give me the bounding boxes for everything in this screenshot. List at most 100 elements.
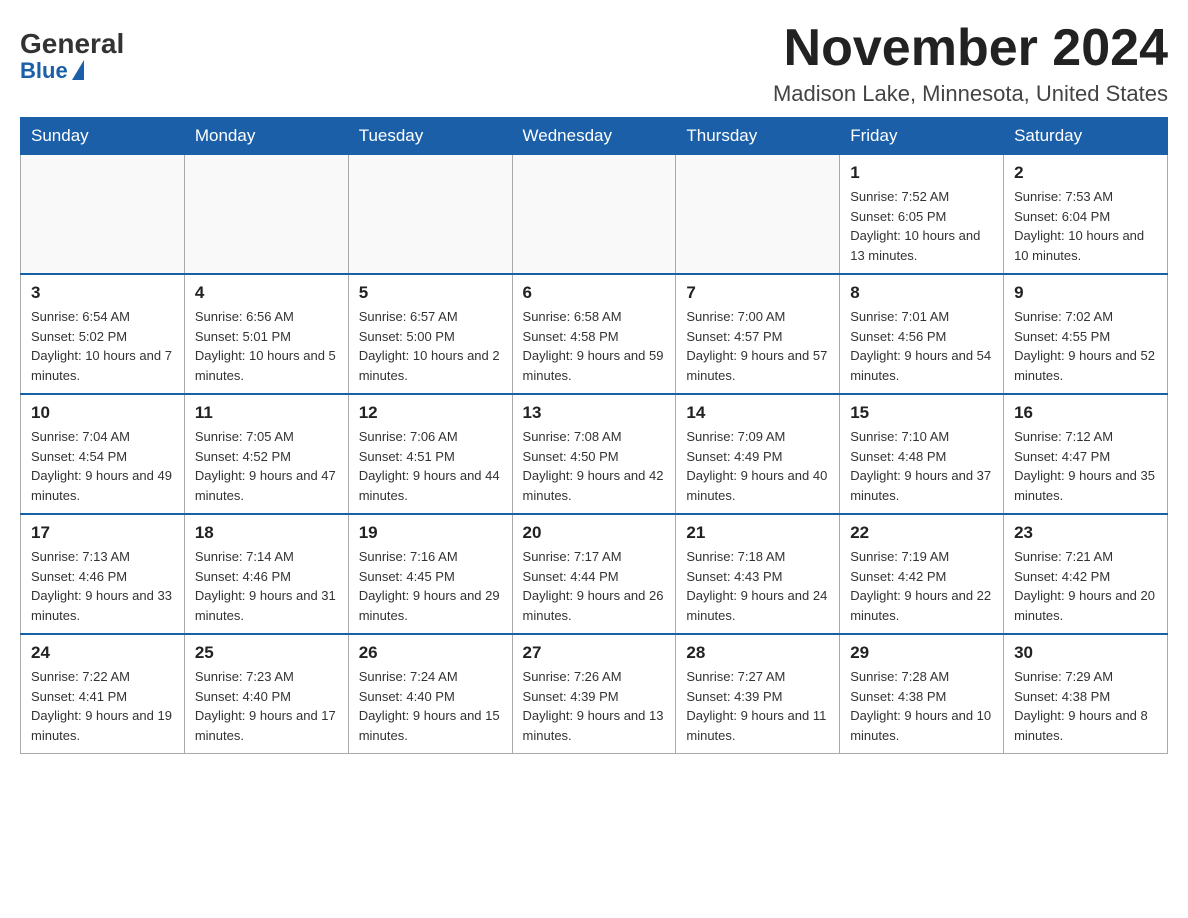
calendar-cell: 28 Sunrise: 7:27 AMSunset: 4:39 PMDayligh… bbox=[676, 634, 840, 754]
calendar-cell: 23 Sunrise: 7:21 AMSunset: 4:42 PMDayligh… bbox=[1004, 514, 1168, 634]
calendar-week-4: 17 Sunrise: 7:13 AMSunset: 4:46 PMDayligh… bbox=[21, 514, 1168, 634]
day-info: Sunrise: 7:05 AMSunset: 4:52 PMDaylight:… bbox=[195, 427, 338, 505]
calendar-week-2: 3 Sunrise: 6:54 AMSunset: 5:02 PMDaylight… bbox=[21, 274, 1168, 394]
day-info: Sunrise: 7:21 AMSunset: 4:42 PMDaylight:… bbox=[1014, 547, 1157, 625]
title-area: November 2024 Madison Lake, Minnesota, U… bbox=[773, 20, 1168, 107]
day-number: 28 bbox=[686, 643, 829, 663]
calendar-week-1: 1 Sunrise: 7:52 AMSunset: 6:05 PMDaylight… bbox=[21, 155, 1168, 275]
calendar-cell: 10Sunrise: 7:04 AMSunset: 4:54 PMDayligh… bbox=[21, 394, 185, 514]
day-number: 19 bbox=[359, 523, 502, 543]
calendar-cell bbox=[512, 155, 676, 275]
day-info: Sunrise: 6:57 AMSunset: 5:00 PMDaylight:… bbox=[359, 307, 502, 385]
calendar-cell bbox=[184, 155, 348, 275]
calendar-cell: 19 Sunrise: 7:16 AMSunset: 4:45 PMDayligh… bbox=[348, 514, 512, 634]
calendar-cell: 22 Sunrise: 7:19 AMSunset: 4:42 PMDayligh… bbox=[840, 514, 1004, 634]
calendar-cell: 20 Sunrise: 7:17 AMSunset: 4:44 PMDayligh… bbox=[512, 514, 676, 634]
calendar-cell: 24Sunrise: 7:22 AMSunset: 4:41 PMDayligh… bbox=[21, 634, 185, 754]
calendar-header-sunday: Sunday bbox=[21, 118, 185, 155]
day-number: 25 bbox=[195, 643, 338, 663]
day-info: Sunrise: 7:27 AMSunset: 4:39 PMDaylight:… bbox=[686, 667, 829, 745]
day-info: Sunrise: 6:54 AMSunset: 5:02 PMDaylight:… bbox=[31, 307, 174, 385]
calendar-cell bbox=[348, 155, 512, 275]
day-info: Sunrise: 7:28 AMSunset: 4:38 PMDaylight:… bbox=[850, 667, 993, 745]
day-info: Sunrise: 7:26 AMSunset: 4:39 PMDaylight:… bbox=[523, 667, 666, 745]
day-info: Sunrise: 7:52 AMSunset: 6:05 PMDaylight:… bbox=[850, 187, 993, 265]
day-number: 5 bbox=[359, 283, 502, 303]
calendar-cell: 8 Sunrise: 7:01 AMSunset: 4:56 PMDaylight… bbox=[840, 274, 1004, 394]
calendar-cell: 25Sunrise: 7:23 AMSunset: 4:40 PMDayligh… bbox=[184, 634, 348, 754]
day-number: 1 bbox=[850, 163, 993, 183]
day-info: Sunrise: 7:02 AMSunset: 4:55 PMDaylight:… bbox=[1014, 307, 1157, 385]
location-title: Madison Lake, Minnesota, United States bbox=[773, 81, 1168, 107]
calendar-header-saturday: Saturday bbox=[1004, 118, 1168, 155]
day-info: Sunrise: 7:01 AMSunset: 4:56 PMDaylight:… bbox=[850, 307, 993, 385]
calendar-cell: 4 Sunrise: 6:56 AMSunset: 5:01 PMDaylight… bbox=[184, 274, 348, 394]
calendar-cell: 5 Sunrise: 6:57 AMSunset: 5:00 PMDaylight… bbox=[348, 274, 512, 394]
day-number: 3 bbox=[31, 283, 174, 303]
day-number: 12 bbox=[359, 403, 502, 423]
calendar-cell: 11 Sunrise: 7:05 AMSunset: 4:52 PMDayligh… bbox=[184, 394, 348, 514]
calendar-cell: 7Sunrise: 7:00 AMSunset: 4:57 PMDaylight… bbox=[676, 274, 840, 394]
page-header: General Blue November 2024 Madison Lake,… bbox=[20, 20, 1168, 107]
calendar-cell: 3 Sunrise: 6:54 AMSunset: 5:02 PMDaylight… bbox=[21, 274, 185, 394]
calendar-cell bbox=[676, 155, 840, 275]
day-info: Sunrise: 7:08 AMSunset: 4:50 PMDaylight:… bbox=[523, 427, 666, 505]
day-number: 18 bbox=[195, 523, 338, 543]
day-info: Sunrise: 7:04 AMSunset: 4:54 PMDaylight:… bbox=[31, 427, 174, 505]
day-info: Sunrise: 7:12 AMSunset: 4:47 PMDaylight:… bbox=[1014, 427, 1157, 505]
calendar-cell bbox=[21, 155, 185, 275]
day-info: Sunrise: 7:17 AMSunset: 4:44 PMDaylight:… bbox=[523, 547, 666, 625]
day-number: 30 bbox=[1014, 643, 1157, 663]
day-number: 11 bbox=[195, 403, 338, 423]
day-info: Sunrise: 6:56 AMSunset: 5:01 PMDaylight:… bbox=[195, 307, 338, 385]
day-number: 4 bbox=[195, 283, 338, 303]
day-number: 6 bbox=[523, 283, 666, 303]
day-number: 22 bbox=[850, 523, 993, 543]
calendar-cell: 26 Sunrise: 7:24 AMSunset: 4:40 PMDayligh… bbox=[348, 634, 512, 754]
day-info: Sunrise: 7:29 AMSunset: 4:38 PMDaylight:… bbox=[1014, 667, 1157, 745]
calendar-cell: 6 Sunrise: 6:58 AMSunset: 4:58 PMDaylight… bbox=[512, 274, 676, 394]
calendar-header-wednesday: Wednesday bbox=[512, 118, 676, 155]
calendar-cell: 29Sunrise: 7:28 AMSunset: 4:38 PMDayligh… bbox=[840, 634, 1004, 754]
calendar-cell: 1 Sunrise: 7:52 AMSunset: 6:05 PMDaylight… bbox=[840, 155, 1004, 275]
calendar-cell: 18 Sunrise: 7:14 AMSunset: 4:46 PMDayligh… bbox=[184, 514, 348, 634]
calendar-cell: 15Sunrise: 7:10 AMSunset: 4:48 PMDayligh… bbox=[840, 394, 1004, 514]
calendar-week-5: 24Sunrise: 7:22 AMSunset: 4:41 PMDayligh… bbox=[21, 634, 1168, 754]
calendar-cell: 17 Sunrise: 7:13 AMSunset: 4:46 PMDayligh… bbox=[21, 514, 185, 634]
logo-blue-text: Blue bbox=[20, 58, 84, 84]
day-info: Sunrise: 7:24 AMSunset: 4:40 PMDaylight:… bbox=[359, 667, 502, 745]
day-info: Sunrise: 7:19 AMSunset: 4:42 PMDaylight:… bbox=[850, 547, 993, 625]
calendar-header-monday: Monday bbox=[184, 118, 348, 155]
calendar-cell: 21 Sunrise: 7:18 AMSunset: 4:43 PMDayligh… bbox=[676, 514, 840, 634]
calendar-header-tuesday: Tuesday bbox=[348, 118, 512, 155]
calendar-cell: 16Sunrise: 7:12 AMSunset: 4:47 PMDayligh… bbox=[1004, 394, 1168, 514]
day-number: 8 bbox=[850, 283, 993, 303]
calendar-table: SundayMondayTuesdayWednesdayThursdayFrid… bbox=[20, 117, 1168, 754]
day-number: 23 bbox=[1014, 523, 1157, 543]
calendar-cell: 14Sunrise: 7:09 AMSunset: 4:49 PMDayligh… bbox=[676, 394, 840, 514]
day-number: 13 bbox=[523, 403, 666, 423]
logo-general-text: General bbox=[20, 30, 124, 58]
day-number: 26 bbox=[359, 643, 502, 663]
day-info: Sunrise: 7:22 AMSunset: 4:41 PMDaylight:… bbox=[31, 667, 174, 745]
calendar-cell: 13 Sunrise: 7:08 AMSunset: 4:50 PMDayligh… bbox=[512, 394, 676, 514]
day-number: 9 bbox=[1014, 283, 1157, 303]
day-info: Sunrise: 7:14 AMSunset: 4:46 PMDaylight:… bbox=[195, 547, 338, 625]
day-info: Sunrise: 7:18 AMSunset: 4:43 PMDaylight:… bbox=[686, 547, 829, 625]
day-info: Sunrise: 7:53 AMSunset: 6:04 PMDaylight:… bbox=[1014, 187, 1157, 265]
calendar-cell: 9 Sunrise: 7:02 AMSunset: 4:55 PMDaylight… bbox=[1004, 274, 1168, 394]
day-number: 17 bbox=[31, 523, 174, 543]
day-info: Sunrise: 7:06 AMSunset: 4:51 PMDaylight:… bbox=[359, 427, 502, 505]
day-number: 20 bbox=[523, 523, 666, 543]
calendar-week-3: 10Sunrise: 7:04 AMSunset: 4:54 PMDayligh… bbox=[21, 394, 1168, 514]
logo-triangle-icon bbox=[72, 60, 84, 80]
calendar-cell: 30 Sunrise: 7:29 AMSunset: 4:38 PMDayligh… bbox=[1004, 634, 1168, 754]
day-number: 7 bbox=[686, 283, 829, 303]
calendar-header-thursday: Thursday bbox=[676, 118, 840, 155]
day-info: Sunrise: 6:58 AMSunset: 4:58 PMDaylight:… bbox=[523, 307, 666, 385]
day-number: 21 bbox=[686, 523, 829, 543]
month-title: November 2024 bbox=[773, 20, 1168, 77]
day-info: Sunrise: 7:16 AMSunset: 4:45 PMDaylight:… bbox=[359, 547, 502, 625]
calendar-cell: 2Sunrise: 7:53 AMSunset: 6:04 PMDaylight… bbox=[1004, 155, 1168, 275]
day-info: Sunrise: 7:13 AMSunset: 4:46 PMDaylight:… bbox=[31, 547, 174, 625]
